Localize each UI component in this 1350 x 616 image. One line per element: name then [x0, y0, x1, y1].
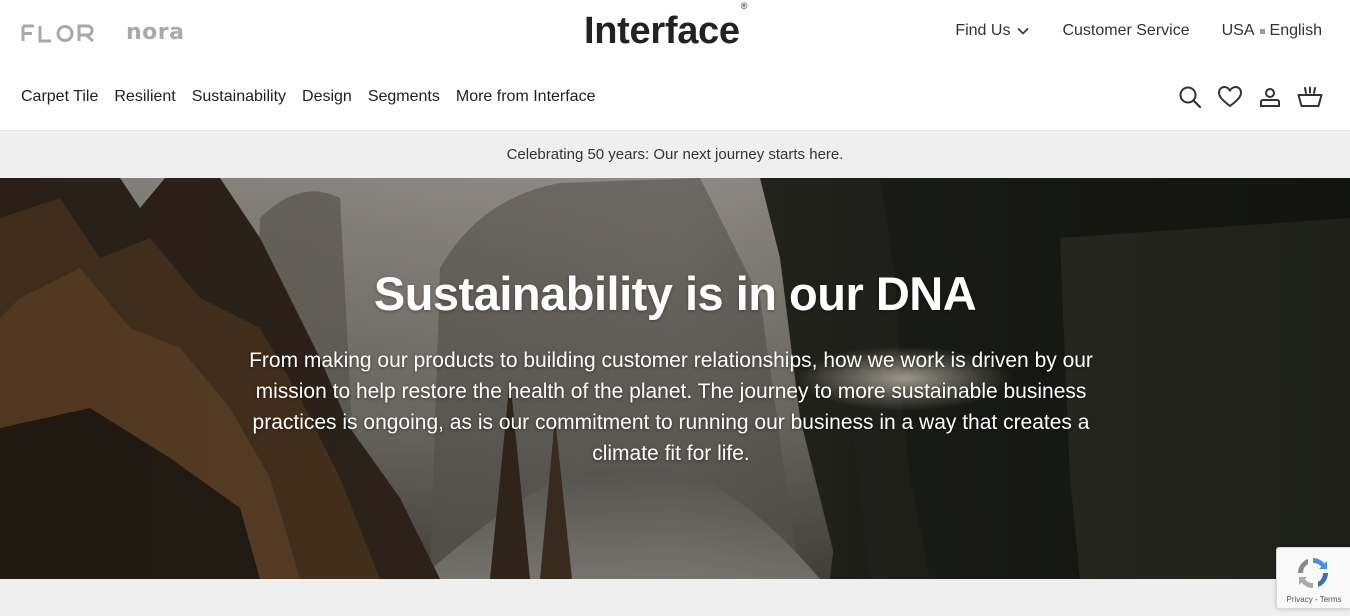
announcement-text: Celebrating 50 years: Our next journey s…	[506, 146, 844, 163]
nav-item-resilient[interactable]: Resilient	[114, 88, 175, 106]
hero-description: From making our products to building cus…	[249, 349, 1093, 465]
recaptcha-privacy-link[interactable]: Privacy	[1287, 595, 1313, 604]
recaptcha-separator: -	[1312, 595, 1320, 604]
search-icon	[1179, 86, 1202, 109]
separator-dot	[1259, 28, 1265, 34]
hero-section: Sustainability is in our DNA From making…	[0, 178, 1350, 579]
logo-registered-mark: ®	[740, 1, 748, 12]
utility-nav: Find Us Customer Service USA English	[955, 22, 1322, 40]
interface-logo[interactable]: Interface®	[584, 1, 747, 53]
wishlist-button[interactable]	[1217, 84, 1243, 110]
recaptcha-links: Privacy - Terms	[1277, 595, 1350, 604]
nav-item-sustainability[interactable]: Sustainability	[192, 88, 286, 106]
find-us-dropdown[interactable]: Find Us	[955, 22, 1030, 40]
nav-item-more-from-interface[interactable]: More from Interface	[456, 88, 596, 106]
hero-title: Sustainability is in our DNA	[373, 267, 977, 320]
site-header: FLOR nora Interface® Find Us Customer Se…	[0, 0, 1350, 131]
nora-brand-link[interactable]: nora	[126, 20, 184, 45]
page-bottom-strip	[0, 579, 1350, 616]
logo-text: Interface	[584, 10, 740, 52]
basket-icon	[1297, 86, 1323, 107]
language-label: English	[1269, 22, 1322, 39]
flor-brand-text: FLOR	[97, 22, 98, 23]
nav-item-design[interactable]: Design	[302, 88, 352, 106]
announcement-bar[interactable]: Celebrating 50 years: Our next journey s…	[0, 131, 1350, 178]
recaptcha-badge[interactable]: Privacy - Terms	[1276, 547, 1350, 609]
chevron-down-icon	[1016, 24, 1030, 38]
main-nav: Carpet Tile Resilient Sustainability Des…	[21, 88, 611, 106]
nav-item-carpet-tile[interactable]: Carpet Tile	[21, 88, 98, 106]
locale-selector[interactable]: USA English	[1222, 22, 1322, 40]
find-us-label: Find Us	[955, 22, 1011, 39]
nav-item-segments[interactable]: Segments	[368, 88, 440, 106]
recaptcha-terms-link[interactable]: Terms	[1320, 595, 1342, 604]
header-icon-bar	[1177, 84, 1323, 110]
customer-service-label: Customer Service	[1062, 22, 1190, 39]
recaptcha-icon	[1298, 558, 1328, 588]
user-icon	[1260, 88, 1280, 107]
heart-icon	[1217, 85, 1243, 108]
country-label: USA	[1221, 22, 1255, 39]
flor-brand-link[interactable]: FLOR	[21, 22, 97, 44]
hero-content: Sustainability is in our DNA From making…	[0, 178, 1350, 579]
account-button[interactable]	[1257, 84, 1283, 110]
cart-button[interactable]	[1297, 84, 1323, 110]
flor-logo	[21, 24, 94, 43]
customer-service-link[interactable]: Customer Service	[1062, 22, 1189, 40]
search-button[interactable]	[1177, 84, 1203, 110]
